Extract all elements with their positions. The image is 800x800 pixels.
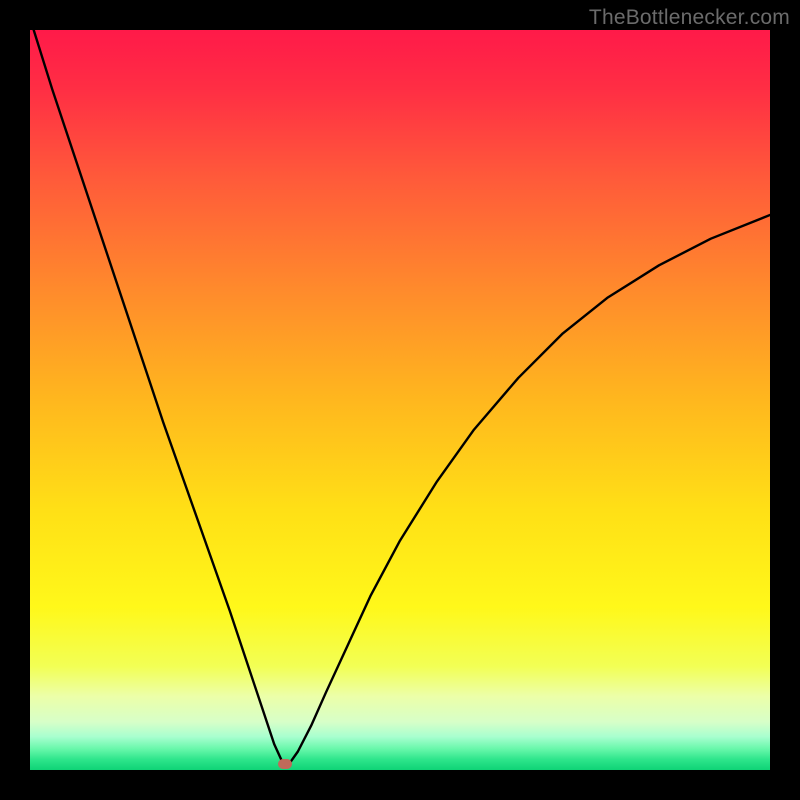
chart-background-gradient xyxy=(30,30,770,770)
chart-plot-area xyxy=(30,30,770,770)
watermark-text: TheBottlenecker.com xyxy=(589,6,790,30)
chart-min-marker xyxy=(278,759,292,769)
